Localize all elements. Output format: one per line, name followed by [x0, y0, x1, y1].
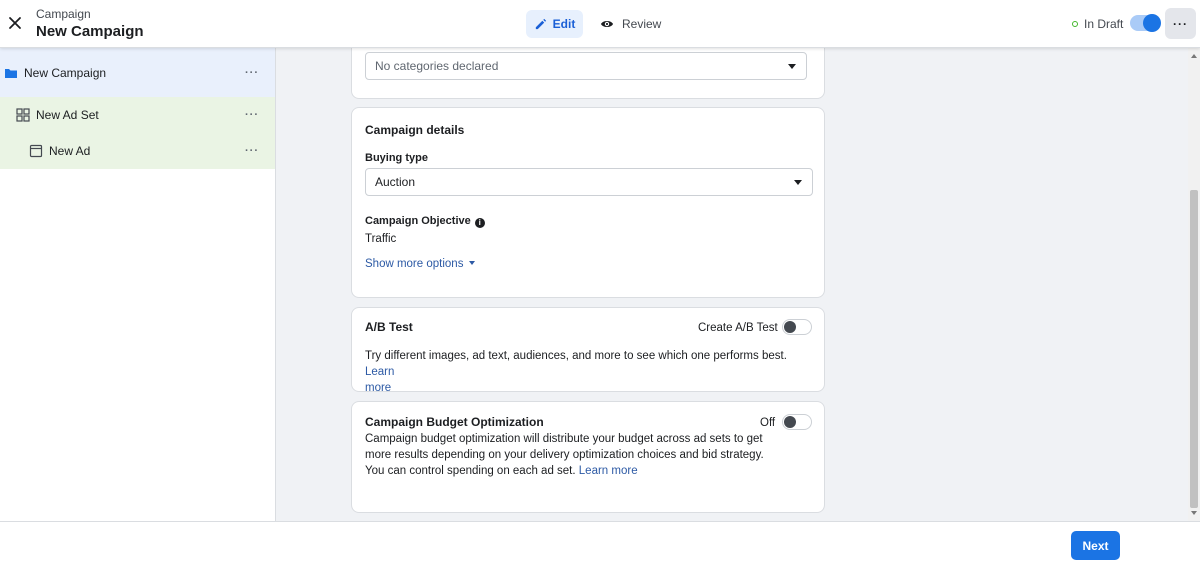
- ab-test-card: A/B Test Create A/B Test Try different i…: [351, 307, 825, 394]
- cbo-toggle[interactable]: [782, 414, 812, 430]
- chevron-down-icon: [794, 180, 802, 185]
- review-button[interactable]: Review: [594, 10, 667, 38]
- page-title-block: Campaign New Campaign: [36, 7, 144, 41]
- close-icon: [9, 17, 21, 29]
- scroll-up-icon[interactable]: [1191, 54, 1197, 58]
- objective-label: Campaign Objective: [365, 215, 471, 227]
- folder-icon: [4, 66, 18, 80]
- sidebar-item-ad-set[interactable]: New Ad Set ···: [0, 97, 275, 133]
- eye-icon: [601, 21, 613, 27]
- sidebar-item-label: New Ad: [49, 144, 91, 158]
- objective-value: Traffic: [365, 233, 397, 245]
- vertical-scrollbar[interactable]: [1188, 48, 1200, 521]
- info-icon[interactable]: i: [474, 218, 485, 228]
- toggle-knob: [784, 416, 796, 428]
- status-dot-icon: [1072, 21, 1078, 27]
- cbo-title: Campaign Budget Optimization: [365, 415, 544, 429]
- next-button[interactable]: Next: [1071, 531, 1120, 560]
- cbo-learn-more-link[interactable]: Learn more: [579, 465, 638, 477]
- buying-type-value: Auction: [375, 175, 416, 189]
- special-categories-card: No categories declared: [351, 48, 825, 99]
- draft-status: In Draft: [1072, 17, 1123, 31]
- ab-test-learn-more-link[interactable]: Learn more: [365, 366, 394, 394]
- pencil-icon: [535, 18, 546, 29]
- ab-test-description-block: Try different images, ad text, audiences…: [365, 348, 815, 396]
- close-button[interactable]: [6, 14, 24, 32]
- categories-select-value: No categories declared: [375, 59, 499, 73]
- toggle-knob: [1143, 14, 1161, 32]
- ad-more-button[interactable]: ···: [245, 145, 259, 157]
- buying-type-label: Buying type: [365, 152, 428, 164]
- objective-label-row: Campaign Objective i: [365, 215, 485, 228]
- chevron-down-icon: [788, 64, 796, 69]
- ab-test-title: A/B Test: [365, 320, 413, 334]
- sidebar-item-label: New Ad Set: [36, 108, 99, 122]
- toggle-knob: [784, 321, 796, 333]
- scrollbar-thumb[interactable]: [1190, 190, 1198, 508]
- page-subtitle: Campaign: [36, 7, 91, 21]
- editor-main: No categories declared Campaign details …: [276, 48, 1188, 521]
- buying-type-select[interactable]: Auction: [365, 168, 813, 196]
- bottom-bar: Next: [0, 521, 1200, 565]
- cbo-toggle-label: Off: [760, 417, 776, 429]
- show-more-label: Show more options: [365, 258, 464, 270]
- categories-select[interactable]: No categories declared: [365, 52, 807, 80]
- caret-down-icon: [468, 261, 475, 265]
- campaign-tree-sidebar: New Campaign ··· New Ad Set ··· New Ad ·…: [0, 48, 276, 521]
- campaign-details-card: Campaign details Buying type Auction Cam…: [351, 107, 825, 298]
- edit-label: Edit: [552, 17, 576, 31]
- scroll-down-icon[interactable]: [1191, 511, 1197, 515]
- ad-icon: [29, 144, 43, 158]
- cbo-description-line-3: You can control spending on each ad set.…: [365, 463, 815, 479]
- draft-toggle[interactable]: [1130, 14, 1161, 32]
- ab-test-description: Try different images, ad text, audiences…: [365, 350, 787, 362]
- show-more-options-link[interactable]: Show more options: [365, 256, 475, 272]
- page-title: New Campaign: [36, 23, 144, 40]
- sidebar-item-campaign[interactable]: New Campaign ···: [0, 48, 275, 97]
- sidebar-item-ad[interactable]: New Ad ···: [0, 133, 275, 169]
- budget-optimization-card: Campaign Budget Optimization Off Campaig…: [351, 401, 825, 513]
- review-label: Review: [622, 17, 662, 31]
- edit-button[interactable]: Edit: [526, 10, 583, 38]
- ab-test-toggle-label: Create A/B Test: [698, 322, 778, 334]
- campaign-more-button[interactable]: ···: [245, 67, 259, 79]
- more-options-button[interactable]: ···: [1165, 8, 1196, 39]
- cbo-description-text: You can control spending on each ad set.: [365, 465, 576, 477]
- status-label: In Draft: [1084, 17, 1124, 31]
- cbo-description-line: Campaign budget optimization will distri…: [365, 433, 763, 445]
- campaign-details-title: Campaign details: [365, 123, 465, 137]
- ab-test-toggle[interactable]: [782, 319, 812, 335]
- cbo-description-line: more results depending on your delivery …: [365, 449, 764, 461]
- learn-more-text: more: [365, 382, 392, 394]
- ad-set-more-button[interactable]: ···: [245, 109, 259, 121]
- top-bar: Campaign New Campaign Edit Review In Dra…: [0, 0, 1200, 48]
- sidebar-item-label: New Campaign: [24, 65, 107, 80]
- learn-more-text: Learn: [365, 366, 395, 378]
- cbo-description-block: Campaign budget optimization will distri…: [365, 431, 815, 479]
- grid-icon: [16, 108, 30, 122]
